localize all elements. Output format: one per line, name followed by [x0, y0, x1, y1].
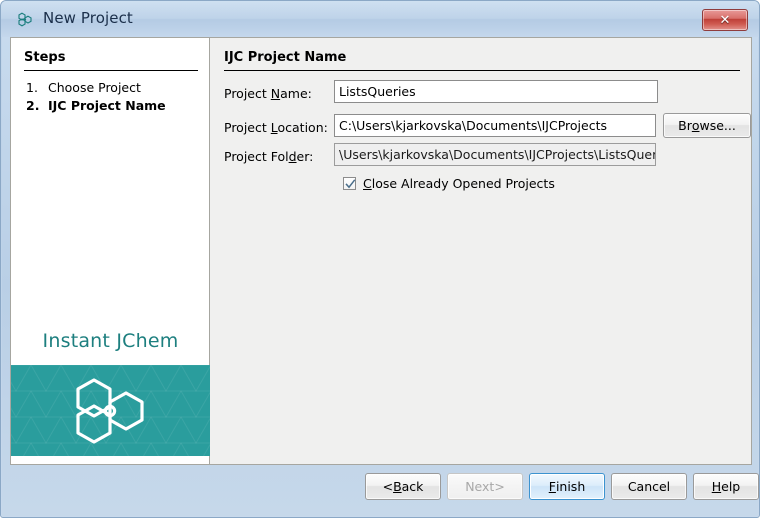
- title-bar[interactable]: New Project ✕: [1, 1, 759, 37]
- window-title: New Project: [43, 9, 133, 27]
- finish-label-mnemonic: F: [548, 479, 556, 494]
- next-button: Next >: [447, 473, 523, 500]
- label-mnemonic: L: [270, 120, 278, 135]
- project-location-label: Project Location:: [224, 120, 328, 135]
- new-project-dialog-window: New Project ✕ Steps 1. Choose Project 2. I…: [0, 0, 760, 518]
- label-text-post: er:: [296, 149, 314, 164]
- steps-heading: Steps: [24, 50, 66, 65]
- browse-label-mnemonic: o: [691, 118, 700, 133]
- project-folder-label: Project Folder:: [224, 149, 313, 164]
- project-name-label: Project Name:: [224, 86, 312, 101]
- project-location-input[interactable]: C:\Users\kjarkovska\Documents\IJCProject…: [334, 114, 656, 137]
- dialog-footer: < Back Next > Finish Cancel Help: [10, 465, 759, 510]
- back-button[interactable]: < Back: [365, 473, 441, 500]
- panel-heading: IJC Project Name: [224, 50, 347, 65]
- label-mnemonic: d: [288, 149, 297, 164]
- browse-label-post: wse...: [699, 118, 736, 133]
- browse-label-pre: Br: [678, 118, 692, 133]
- label-text-pre: Project Fol: [224, 149, 289, 164]
- back-label-mnemonic: B: [393, 479, 402, 494]
- step-item-ijc-project-name[interactable]: 2. IJC Project Name: [26, 98, 166, 113]
- project-name-input[interactable]: ListsQueries: [334, 80, 658, 103]
- label-mnemonic: N: [270, 86, 281, 101]
- back-label-pre: <: [382, 479, 394, 494]
- jchem-molecule-logo: [75, 377, 144, 444]
- cancel-label-pre: Cancel: [627, 479, 671, 494]
- step-number: 2.: [26, 98, 40, 113]
- brand-panel: [11, 365, 210, 456]
- help-label-mnemonic: H: [711, 479, 722, 494]
- step-item-choose-project[interactable]: 1. Choose Project: [26, 80, 141, 95]
- label-text-post: ame:: [280, 86, 312, 101]
- checkbox-label-mnemonic: C: [363, 176, 372, 191]
- cancel-button[interactable]: Cancel: [611, 473, 687, 500]
- project-folder-input: \Users\kjarkovska\Documents\IJCProjects\…: [334, 143, 656, 166]
- close-icon: ✕: [719, 12, 731, 28]
- form-pane: IJC Project Name Project Name: ListsQuer…: [211, 38, 751, 464]
- steps-heading-divider: [24, 70, 198, 71]
- jchem-molecule-icon: [15, 10, 35, 30]
- close-opened-projects-checkbox[interactable]: [343, 177, 356, 190]
- label-text-pre: Project: [224, 120, 271, 135]
- help-button[interactable]: Help: [693, 473, 759, 500]
- close-opened-projects-row[interactable]: Close Already Opened Projects: [343, 176, 555, 191]
- label-text-pre: Project: [224, 86, 271, 101]
- step-label: IJC Project Name: [48, 98, 166, 113]
- next-label-pre: Next: [465, 479, 495, 494]
- label-text-post: ocation:: [277, 120, 328, 135]
- checkbox-label-post: lose Already Opened Projects: [371, 176, 555, 191]
- help-label-post: elp: [721, 479, 741, 494]
- finish-label-post: inish: [555, 479, 586, 494]
- steps-pane: Steps 1. Choose Project 2. IJC Project Nam…: [11, 38, 210, 464]
- back-label-post: ack: [401, 479, 424, 494]
- close-button[interactable]: ✕: [702, 9, 748, 31]
- close-opened-projects-label[interactable]: Close Already Opened Projects: [363, 176, 555, 191]
- finish-button[interactable]: Finish: [529, 473, 605, 500]
- brand-title: Instant JChem: [42, 330, 179, 352]
- step-number: 1.: [26, 80, 38, 95]
- step-label: Choose Project: [48, 80, 141, 95]
- browse-button[interactable]: Br o wse...: [663, 113, 751, 138]
- panel-heading-divider: [224, 70, 740, 71]
- next-label-post: >: [494, 479, 505, 494]
- checkmark-icon: [345, 179, 356, 189]
- dialog-content: Steps 1. Choose Project 2. IJC Project Nam…: [10, 37, 752, 465]
